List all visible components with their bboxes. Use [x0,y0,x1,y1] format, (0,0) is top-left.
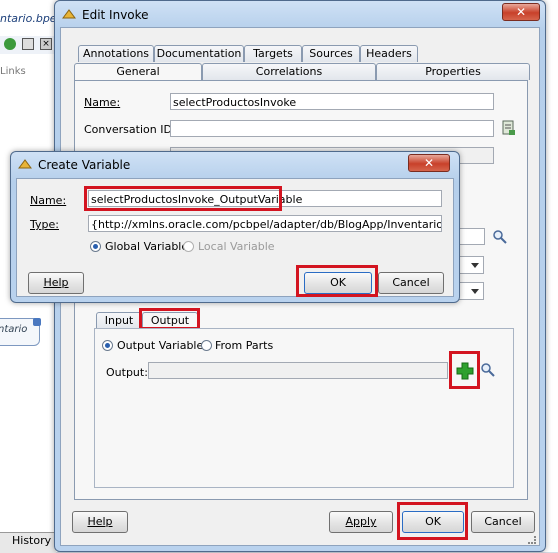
process-node-label: ntario [0,324,28,335]
tab-targets[interactable]: Targets [244,45,302,62]
variable-type-label: Type: [30,218,59,231]
chevron-down-icon [471,289,479,294]
edit-invoke-title-icon [62,9,76,19]
conversation-id-field[interactable] [170,120,494,137]
create-variable-help-button[interactable]: Help [28,272,84,294]
name-label: Name: [84,96,121,109]
editor-toolbar: × [0,36,56,54]
resize-grip-icon[interactable] [528,536,536,544]
help-button-label: Help [87,515,113,528]
add-icon[interactable] [456,362,474,380]
edit-invoke-title: Edit Invoke [82,8,149,22]
from-parts-radio[interactable] [201,340,212,351]
conversation-id-label: Conversation ID: [84,123,176,136]
variable-name-label: Name: [30,194,67,207]
create-variable-ok-highlight [296,265,378,297]
dropdown-1[interactable] [458,256,484,274]
variable-name-highlight [84,186,282,211]
tab-sources[interactable]: Sources [302,45,360,62]
links-label: Links [0,66,26,77]
global-variable-radio[interactable] [90,241,101,252]
tab-correlations[interactable]: Correlations [202,63,376,80]
local-variable-radio[interactable] [183,241,194,252]
output-field[interactable] [148,362,448,379]
variable-type-field[interactable]: {http://xmlns.oracle.com/pcbpel/adapter/… [88,215,442,232]
close-all-icon[interactable]: × [40,38,52,50]
tab-general[interactable]: General [74,63,202,80]
edit-invoke-cancel-button[interactable]: Cancel [471,511,535,533]
tab-headers[interactable]: Headers [360,45,418,62]
conversation-id-browse-icon[interactable] [502,120,516,136]
edit-invoke-close-button[interactable]: ✕ [502,3,540,21]
edit-invoke-help-button[interactable]: Help [72,511,128,533]
create-variable-title-icon [18,159,32,169]
name-field[interactable]: selectProductosInvoke [170,93,494,110]
output-variable-label: Output Variable [117,339,204,352]
apply-button-label: Apply [345,515,377,528]
create-variable-help-label: Help [43,276,69,289]
apply-button[interactable]: Apply [329,511,393,533]
output-variable-radio[interactable] [102,340,113,351]
output-label: Output: [106,366,148,379]
tab-properties[interactable]: Properties [376,63,530,80]
create-variable-close-button[interactable]: ✕ [408,154,450,172]
grid-icon[interactable] [22,38,34,50]
node-connector-icon [33,318,41,326]
history-tab[interactable]: History [12,534,51,547]
chevron-down-icon [471,263,479,268]
local-variable-label: Local Variable [198,240,275,253]
create-variable-cancel-button[interactable]: Cancel [378,272,444,294]
refresh-icon[interactable] [4,38,16,50]
dropdown-2[interactable] [458,282,484,300]
from-parts-label: From Parts [215,339,274,352]
tab-annotations[interactable]: Annotations [78,45,154,62]
ok-button-highlight [397,502,468,540]
create-variable-title: Create Variable [38,158,131,172]
global-variable-label: Global Variable [105,240,189,253]
editor-tab-title[interactable]: ntario.bpel [0,12,60,28]
tab-input[interactable]: Input [96,312,142,329]
output-tab-highlight [139,308,200,330]
tab-documentation[interactable]: Documentation [154,45,244,62]
operation-search-icon[interactable] [492,229,508,245]
output-search-icon[interactable] [480,362,496,378]
